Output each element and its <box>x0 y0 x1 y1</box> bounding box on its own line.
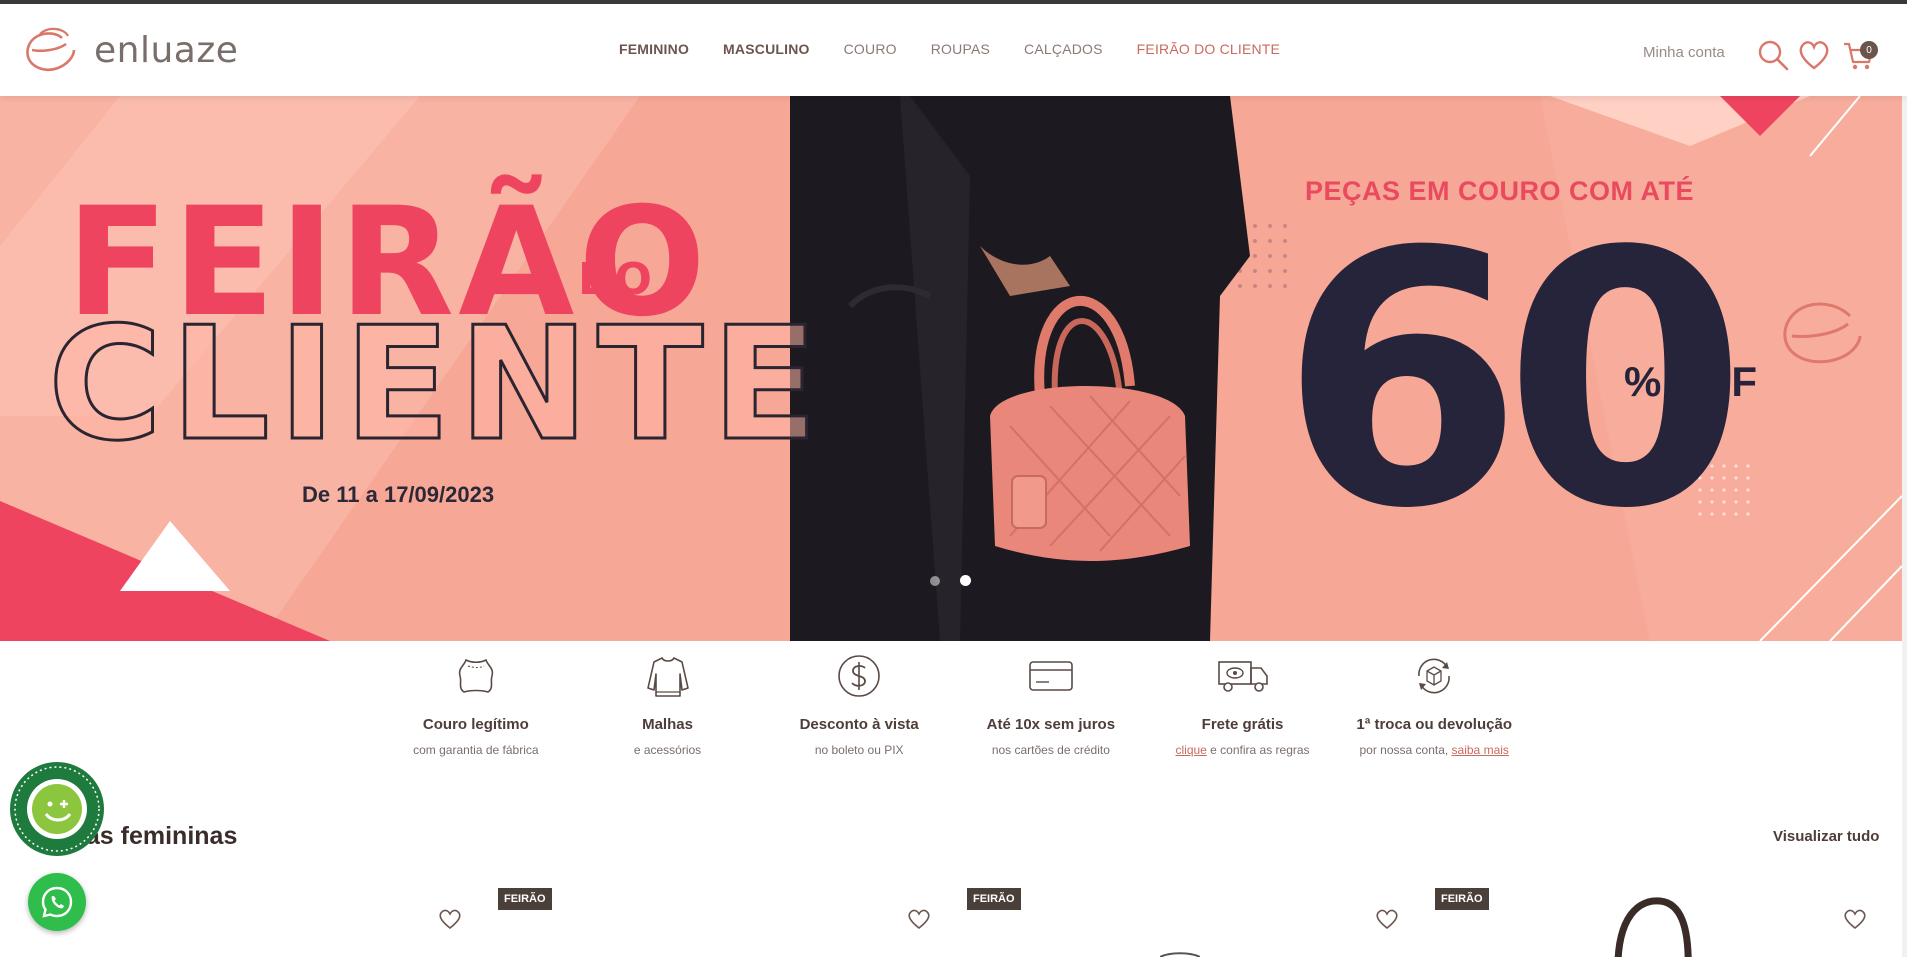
benefit-subtitle: nos cartões de crédito <box>991 743 1110 757</box>
carousel-dot-2[interactable] <box>960 575 971 586</box>
product-badge: FEIRÃO <box>967 888 1021 910</box>
benefit-troca: 1ª troca ou devolução por nossa conta, s… <box>1338 650 1530 757</box>
product-wishlist-heart-icon[interactable] <box>907 908 931 930</box>
wishlist-heart-icon[interactable] <box>1797 38 1831 72</box>
benefit-subtitle: e acessórios <box>633 743 702 757</box>
site-header: enluaze FEMININO MASCULINO COURO ROUPAS … <box>0 4 1907 96</box>
hero-date: De 11 a 17/09/2023 <box>302 482 495 507</box>
whatsapp-icon <box>41 886 73 918</box>
account-link[interactable]: Minha conta <box>1643 44 1725 61</box>
benefit-title: Couro legítimo <box>422 716 529 733</box>
search-icon[interactable] <box>1756 38 1790 72</box>
product-wishlist-heart-icon[interactable] <box>1843 908 1867 930</box>
benefit-couro: Couro legítimo com garantia de fábrica <box>380 650 572 757</box>
verified-reviews-seal-icon[interactable] <box>8 760 106 858</box>
carousel-dot-1[interactable] <box>930 575 940 586</box>
leather-icon <box>458 658 494 693</box>
nav-feirao-do-cliente[interactable]: FEIRÃO DO CLIENTE <box>1137 41 1280 57</box>
nav-masculino[interactable]: MASCULINO <box>723 41 810 57</box>
benefit-subtitle: clique e confira as regras <box>1175 743 1310 757</box>
benefit-malhas: Malhas e acessórios <box>572 650 764 757</box>
view-all-link[interactable]: Visualizar tudo <box>1773 828 1879 845</box>
troca-saiba-mais-link[interactable]: saiba mais <box>1452 743 1509 757</box>
truck-icon <box>1217 661 1268 692</box>
benefit-subtitle: com garantia de fábrica <box>413 743 539 757</box>
benefit-frete: Frete grátis clique e confira as regras <box>1147 650 1339 757</box>
hero-off-label: % OFF <box>1624 358 1757 405</box>
cart-count-badge: 0 <box>1860 41 1878 59</box>
benefit-parcelamento: Até 10x sem juros nos cartões de crédito <box>955 650 1147 757</box>
brand-name: enluaze <box>94 29 239 71</box>
product-image-partial[interactable] <box>1160 952 1200 957</box>
benefit-desconto: Desconto à vista no boleto ou PIX <box>763 650 955 757</box>
benefit-title: 1ª troca ou devolução <box>1356 716 1512 733</box>
benefit-subtitle: por nossa conta, saiba mais <box>1359 743 1509 757</box>
credit-card-icon <box>1029 661 1073 691</box>
benefit-subtitle: no boleto ou PIX <box>814 743 904 757</box>
sweater-icon <box>646 657 689 697</box>
product-badge: FEIRÃO <box>1435 888 1489 910</box>
nav-roupas[interactable]: ROUPAS <box>931 41 990 57</box>
benefit-title: Desconto à vista <box>799 716 919 733</box>
product-wishlist-heart-icon[interactable] <box>1375 908 1399 930</box>
scrollbar-track[interactable] <box>1902 96 1907 957</box>
nav-couro[interactable]: COURO <box>844 41 897 57</box>
benefit-title: Frete grátis <box>1201 716 1284 733</box>
benefit-title: Até 10x sem juros <box>986 716 1116 733</box>
nav-calcados[interactable]: CALÇADOS <box>1024 41 1103 57</box>
whatsapp-button[interactable] <box>28 873 86 931</box>
main-nav: FEMININO MASCULINO COURO ROUPAS CALÇADOS… <box>619 41 1280 57</box>
logo-icon <box>26 27 76 71</box>
dollar-icon <box>838 655 880 697</box>
product-image-handbag[interactable] <box>1610 895 1700 957</box>
product-badge: FEIRÃO <box>498 888 552 910</box>
product-wishlist-heart-icon[interactable] <box>438 908 462 930</box>
benefits-bar: Couro legítimo com garantia de fábrica M… <box>380 650 1530 757</box>
frete-rules-link[interactable]: clique <box>1175 743 1206 757</box>
model-with-handbag-image <box>790 96 1250 641</box>
carousel-dots <box>930 575 971 586</box>
brand-logo[interactable]: enluaze <box>18 24 238 76</box>
benefit-title: Malhas <box>642 716 693 733</box>
hero-title-cliente: CLIENTE <box>46 293 827 475</box>
exchange-icon <box>1418 658 1451 694</box>
nav-feminino[interactable]: FEMININO <box>619 41 689 57</box>
hero-banner[interactable]: FEIRÃO DO CLIENTE De 11 a 17/09/2023 PEÇ… <box>0 96 1902 641</box>
